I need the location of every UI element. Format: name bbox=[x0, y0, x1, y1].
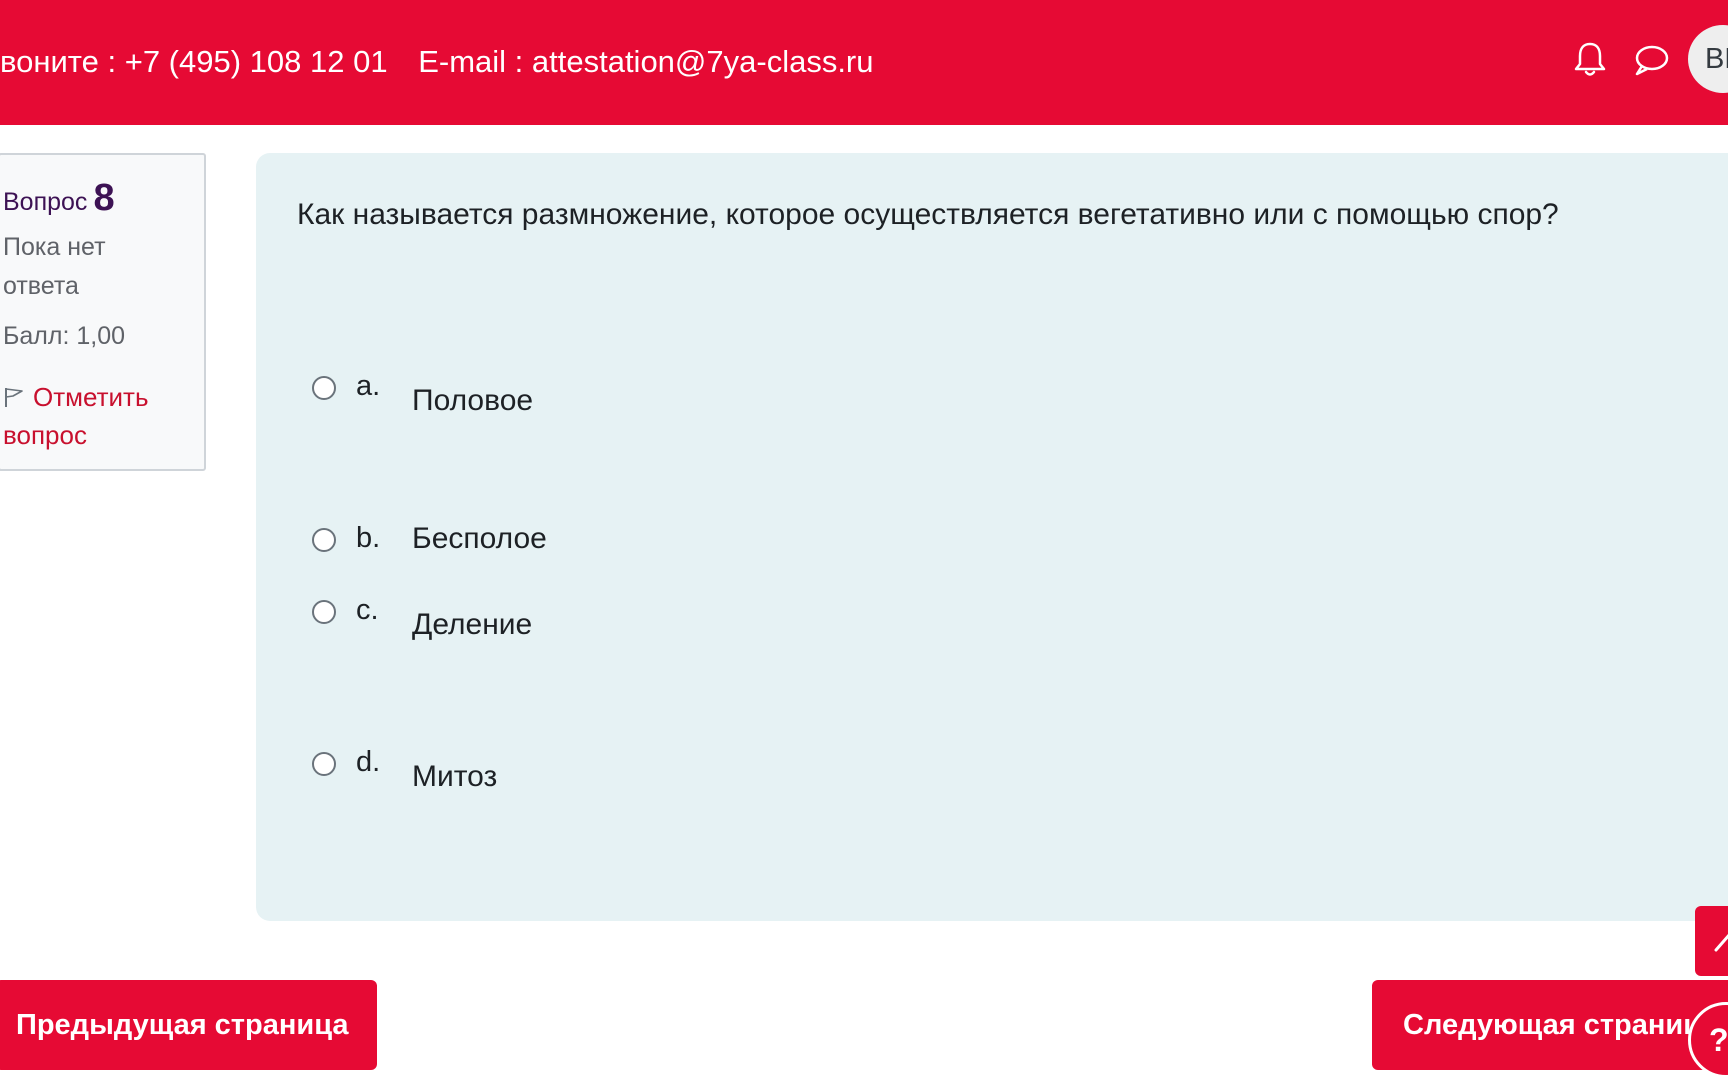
question-content: Как называется размножение, которое осущ… bbox=[256, 153, 1728, 921]
contact-email[interactable]: E-mail : attestation@7ya-class.ru bbox=[418, 44, 873, 80]
chat-icon[interactable] bbox=[1632, 41, 1670, 79]
option-letter: a. bbox=[356, 370, 381, 402]
option-text[interactable]: Бесполое bbox=[412, 522, 547, 556]
flag-icon bbox=[3, 380, 25, 407]
option-letter: b. bbox=[356, 522, 381, 554]
question-text: Как называется размножение, которое осущ… bbox=[297, 198, 1559, 231]
question-state: Пока нет ответа bbox=[3, 233, 106, 300]
radio-button[interactable] bbox=[312, 376, 336, 400]
top-navbar: воните : +7 (495) 108 12 01 E-mail : att… bbox=[0, 0, 1728, 125]
help-icon: ? bbox=[1709, 1022, 1728, 1058]
option-letter: d. bbox=[356, 746, 381, 778]
radio-button[interactable] bbox=[312, 600, 336, 624]
previous-page-button[interactable]: Предыдущая страница bbox=[0, 980, 377, 1070]
question-info-panel: Вопрос 8 Пока нет ответа Балл: 1,00 Отмет… bbox=[0, 153, 206, 471]
option-letter: c. bbox=[356, 594, 379, 626]
option-text[interactable]: Митоз bbox=[412, 760, 497, 794]
contact-info: воните : +7 (495) 108 12 01 E-mail : att… bbox=[0, 44, 874, 80]
user-avatar[interactable]: ВЕ bbox=[1688, 25, 1728, 93]
question-label: Вопрос bbox=[3, 188, 88, 216]
bell-icon[interactable] bbox=[1570, 39, 1610, 79]
question-grade: Балл: 1,00 bbox=[3, 322, 126, 350]
option-text[interactable]: Деление bbox=[412, 608, 532, 642]
radio-button[interactable] bbox=[312, 528, 336, 552]
next-page-button[interactable]: Следующая страница bbox=[1372, 980, 1728, 1070]
contact-phone: воните : +7 (495) 108 12 01 bbox=[0, 44, 388, 79]
question-number: Вопрос 8 bbox=[3, 177, 115, 220]
scroll-to-top-button[interactable] bbox=[1695, 906, 1728, 976]
flag-question-link[interactable]: Отметить вопрос bbox=[3, 378, 193, 454]
option-text[interactable]: Половое bbox=[412, 384, 533, 418]
question-number-value: 8 bbox=[93, 177, 115, 219]
radio-button[interactable] bbox=[312, 752, 336, 776]
